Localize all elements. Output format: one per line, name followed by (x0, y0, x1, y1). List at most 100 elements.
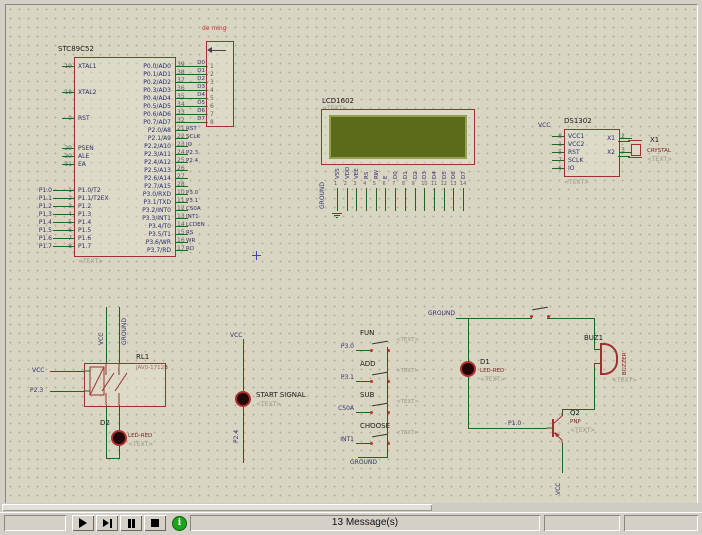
wire (453, 188, 454, 211)
wire (468, 318, 469, 361)
pin-number: 2 (621, 133, 633, 140)
pin-number: 8 (206, 119, 232, 127)
pin-name: E (382, 156, 390, 179)
stop-button[interactable] (144, 515, 166, 531)
horizontal-scrollbar[interactable] (0, 503, 702, 512)
crystal-value: CRYSTAL (647, 148, 671, 155)
pin-number-text: 8 (210, 119, 214, 126)
play-icon (79, 518, 87, 528)
pin-number: 14 (460, 181, 466, 187)
pin-name: P3.0/RXD (143, 191, 171, 198)
pin-number: 9 (59, 115, 72, 122)
pin-number: 7 (392, 181, 395, 187)
wire (243, 339, 244, 391)
p24-net-label: P2.4 (233, 417, 240, 443)
net-label: P2.3 (186, 150, 224, 157)
pin-name: P1.6 (78, 235, 91, 242)
wire (106, 405, 107, 458)
start-text: <TEXT> (256, 401, 281, 408)
key-buttons: FUN P3.0 <TEXT> ADD P3.1 <TEXT> SUB CS0A… (324, 329, 434, 453)
led-d2[interactable] (111, 430, 127, 446)
ds1302-title: DS1302 (564, 117, 592, 125)
wire (547, 318, 595, 319)
pin-row: P2.7/A1528 (104, 183, 174, 191)
pause-button[interactable] (120, 515, 142, 531)
wire (366, 188, 367, 211)
wire (395, 188, 396, 211)
lcd-pin: D613 (449, 155, 459, 215)
pin-row: P3.4/T014LCDEN (104, 223, 174, 231)
pin-number-text: 7 (210, 111, 214, 118)
lcd-ground-label: GROUND (319, 169, 326, 209)
pin-row: 6IO (565, 165, 605, 173)
lcd-pin: D310 (420, 155, 430, 215)
status-bar: i 13 Message(s) (0, 512, 702, 535)
vcc-vertical-label: VCC (98, 313, 105, 345)
crystal-body[interactable] (631, 144, 641, 156)
net-label-row: P1.0 (22, 187, 52, 195)
wire (119, 446, 120, 458)
start-led[interactable] (235, 391, 251, 407)
pin-number: 33 (177, 109, 189, 116)
pin-name: D2 (412, 156, 420, 179)
pin-name: VDD (344, 156, 352, 179)
wire (562, 443, 563, 473)
net-label-row: P1.4 (22, 219, 52, 227)
pin-row: P3.5/T115RS (104, 231, 174, 239)
ds1302-text: <TEXT> (564, 179, 589, 186)
pin-row: P3.7/RD17RD (104, 247, 174, 255)
pin-number: 28 (177, 181, 189, 188)
pin-number: 6 (206, 103, 232, 111)
pin-name: P0.5/AD5 (143, 103, 171, 110)
pin-row: P2.0/A821RST (104, 127, 174, 135)
play-button[interactable] (72, 515, 94, 531)
key-text: <TEXT> (396, 368, 419, 374)
pin-row: P2.6/A1427 (104, 175, 174, 183)
pin-number: 8 (402, 181, 405, 187)
pin-number: 19 (59, 63, 72, 70)
button-bar (372, 434, 388, 438)
step-button[interactable] (96, 515, 118, 531)
d2-ref: D2 (100, 419, 110, 427)
pin-number: 27 (177, 173, 189, 180)
mcu-p2-pins: P2.0/A821RSTP2.1/A922SCLKP2.2/A1023IOP2.… (104, 127, 174, 191)
lcd-pin: E6 (381, 155, 391, 215)
pin-number: 2 (206, 71, 232, 79)
led-d1[interactable] (460, 361, 476, 377)
wire (424, 188, 425, 211)
wire (356, 443, 370, 444)
pin-name: EA (78, 161, 86, 168)
wire (468, 428, 547, 429)
push-button-switch[interactable] (530, 307, 550, 318)
p1-net-labels: P1.0P1.1P1.2P1.3P1.4P1.5P1.6P1.7 (22, 187, 52, 251)
buzzer-symbol[interactable] (600, 343, 618, 375)
pin-name: IO (568, 165, 575, 172)
wire (119, 307, 120, 363)
transistor-q2[interactable] (547, 413, 565, 443)
ground-label: GROUND (350, 459, 377, 466)
net-label: D3 (197, 84, 205, 91)
stop-icon (151, 519, 159, 527)
info-icon[interactable]: i (172, 516, 187, 531)
button-bar (372, 341, 388, 345)
pin-row: P3.6/WR16WR (104, 239, 174, 247)
button-bar (372, 403, 388, 407)
relay-symbol (84, 363, 164, 405)
net-label: P1.0 (22, 187, 52, 194)
scrollbar-thumb[interactable] (2, 504, 432, 511)
schematic-canvas[interactable]: STC89C52 <TEXT> 19XTAL118XTAL2 9RST 29PS… (5, 4, 698, 504)
pin-name: XTAL1 (78, 63, 96, 70)
pin-name: P2.0/A8 (148, 127, 171, 134)
vcc-label: VCC (538, 122, 550, 129)
pin-name: P3.3/INT1 (142, 215, 171, 222)
pause-icon (128, 519, 131, 528)
lcd-pin: D411 (430, 155, 440, 215)
wire (106, 458, 120, 459)
net-label: P1.2 (22, 203, 52, 210)
pin-number: 31 (59, 161, 72, 168)
net-label: SCLK (186, 134, 224, 141)
pin-number: 18 (59, 89, 72, 96)
net-label: P1.1 (22, 195, 52, 202)
pin-name: P1.2 (78, 203, 91, 210)
pin-number-text: 6 (210, 103, 214, 110)
